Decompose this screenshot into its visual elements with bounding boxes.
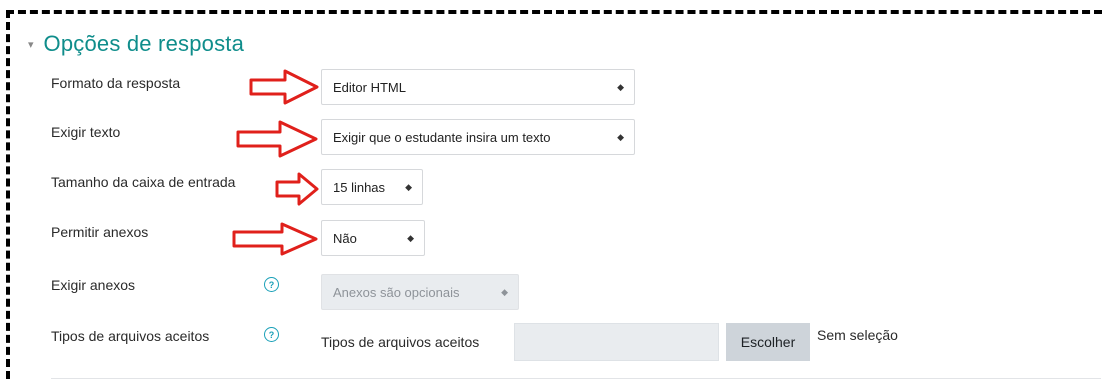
chevron-down-icon: ▾ <box>28 38 34 51</box>
response-format-select[interactable]: Editor HTML ◆ <box>321 69 635 105</box>
response-format-label: Formato da resposta <box>51 75 181 91</box>
accepted-file-types-inner-label: Tipos de arquivos aceitos <box>321 334 480 350</box>
dashed-frame-left <box>6 10 10 379</box>
section-toggle[interactable]: ▾ Opções de resposta <box>28 26 244 62</box>
accepted-file-types-input[interactable] <box>514 323 719 361</box>
require-text-label: Exigir texto <box>51 124 121 140</box>
annotation-arrow <box>249 69 319 105</box>
allow-attachments-select[interactable]: Não ◆ <box>321 220 425 256</box>
question-circle-icon[interactable]: ? <box>264 327 279 342</box>
select-caret-icon: ◆ <box>405 181 412 192</box>
section-title: Opções de resposta <box>43 31 245 56</box>
select-caret-icon: ◆ <box>617 131 624 142</box>
select-caret-icon: ◆ <box>407 232 414 243</box>
dashed-frame-top <box>6 10 1102 14</box>
require-attachments-label: Exigir anexos <box>51 277 136 293</box>
question-circle-icon[interactable]: ? <box>264 277 279 292</box>
input-box-size-select[interactable]: 15 linhas ◆ <box>321 169 423 205</box>
require-attachments-select: Anexos são opcionais ◆ <box>321 274 519 310</box>
select-caret-icon: ◆ <box>501 286 508 297</box>
selection-status: Sem seleção <box>817 327 898 343</box>
annotation-arrow <box>275 172 319 206</box>
annotation-arrow <box>232 222 318 256</box>
choose-button[interactable]: Escolher <box>726 323 810 361</box>
select-caret-icon: ◆ <box>617 81 624 92</box>
require-text-select[interactable]: Exigir que o estudante insira um texto ◆ <box>321 119 635 155</box>
allow-attachments-label: Permitir anexos <box>51 224 149 240</box>
input-box-size-label: Tamanho da caixa de entrada <box>51 174 236 190</box>
annotation-arrow <box>236 120 318 158</box>
accepted-file-types-label: Tipos de arquivos aceitos <box>51 328 210 344</box>
